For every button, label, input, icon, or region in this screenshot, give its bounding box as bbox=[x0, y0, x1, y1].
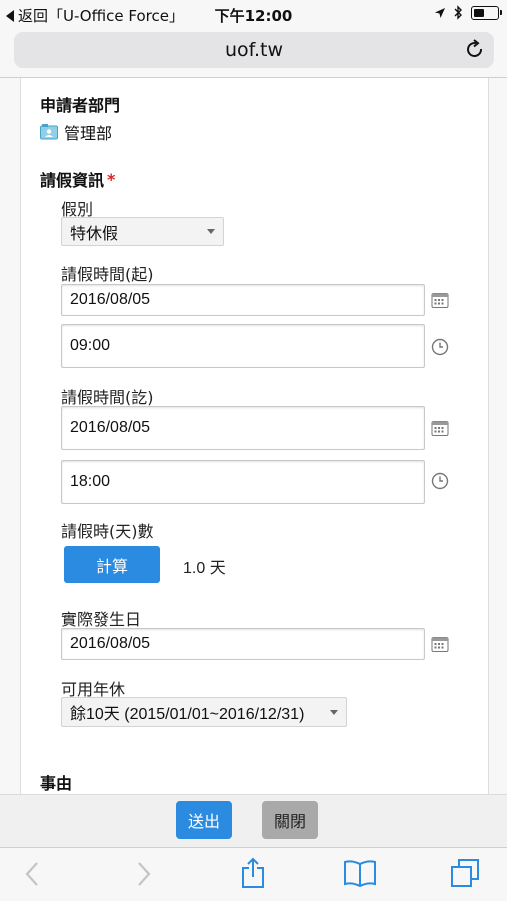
chevron-down-icon bbox=[207, 229, 215, 234]
leave-type-select[interactable]: 特休假 bbox=[61, 217, 224, 246]
calculate-button[interactable]: 計算 bbox=[64, 546, 160, 583]
form-action-bar: 送出 關閉 bbox=[0, 794, 507, 847]
days-value: 1.0 天 bbox=[183, 560, 226, 577]
required-mark: * bbox=[107, 169, 116, 189]
leave-info-label: 請假資訊 bbox=[40, 171, 105, 190]
browser-toolbar bbox=[0, 847, 507, 901]
battery-icon bbox=[471, 5, 502, 20]
start-time-input[interactable]: 09:00 bbox=[61, 324, 425, 368]
reason-heading: 事由 bbox=[40, 774, 73, 793]
end-time-label: 請假時間(訖) bbox=[61, 388, 154, 407]
applicant-dept-heading: 申請者部門 bbox=[40, 96, 121, 115]
days-label: 請假時(天)數 bbox=[61, 522, 154, 541]
calendar-icon[interactable] bbox=[430, 290, 450, 310]
tabs-icon[interactable] bbox=[450, 858, 480, 888]
bookmarks-icon[interactable] bbox=[343, 859, 377, 887]
end-date-input[interactable]: 2016/08/05 bbox=[61, 406, 425, 450]
form-page: 申請者部門 管理部 請假資訊 * 假別 特休假 請假時間(起) 2016/08/… bbox=[20, 78, 489, 794]
back-arrow-icon[interactable] bbox=[24, 861, 40, 887]
status-bar: 返回「U-Office Force」 下午12:00 bbox=[0, 0, 507, 28]
start-time-label: 請假時間(起) bbox=[61, 265, 154, 284]
reload-icon[interactable] bbox=[464, 37, 486, 61]
clock-icon[interactable] bbox=[430, 337, 450, 357]
bluetooth-icon bbox=[454, 5, 462, 20]
actual-date-label: 實際發生日 bbox=[61, 610, 142, 629]
status-icons bbox=[434, 5, 502, 20]
status-time: 下午12:00 bbox=[214, 7, 293, 25]
annual-leave-select[interactable]: 餘10天 (2015/01/01~2016/12/31) bbox=[61, 697, 347, 727]
department-card-icon bbox=[40, 124, 58, 140]
close-button[interactable]: 關閉 bbox=[262, 801, 318, 839]
chevron-down-icon bbox=[330, 709, 338, 715]
annual-leave-value: 餘10天 (2015/01/01~2016/12/31) bbox=[70, 706, 305, 723]
applicant-dept: 管理部 bbox=[40, 120, 112, 144]
leave-type-value: 特休假 bbox=[70, 223, 119, 243]
send-button[interactable]: 送出 bbox=[176, 801, 232, 839]
url-text: uof.tw bbox=[224, 39, 283, 61]
location-arrow-icon bbox=[435, 7, 445, 18]
calendar-icon[interactable] bbox=[430, 634, 450, 654]
applicant-dept-value: 管理部 bbox=[64, 124, 113, 143]
share-icon[interactable] bbox=[240, 857, 266, 889]
calendar-icon[interactable] bbox=[430, 418, 450, 438]
end-time-input[interactable]: 18:00 bbox=[61, 460, 425, 504]
address-bar[interactable]: uof.tw bbox=[14, 32, 494, 68]
forward-arrow-icon[interactable] bbox=[136, 861, 152, 887]
clock-icon[interactable] bbox=[430, 471, 450, 491]
actual-date-input[interactable]: 2016/08/05 bbox=[61, 628, 425, 660]
leave-info-heading: 請假資訊 * bbox=[40, 167, 115, 191]
start-date-input[interactable]: 2016/08/05 bbox=[61, 284, 425, 316]
